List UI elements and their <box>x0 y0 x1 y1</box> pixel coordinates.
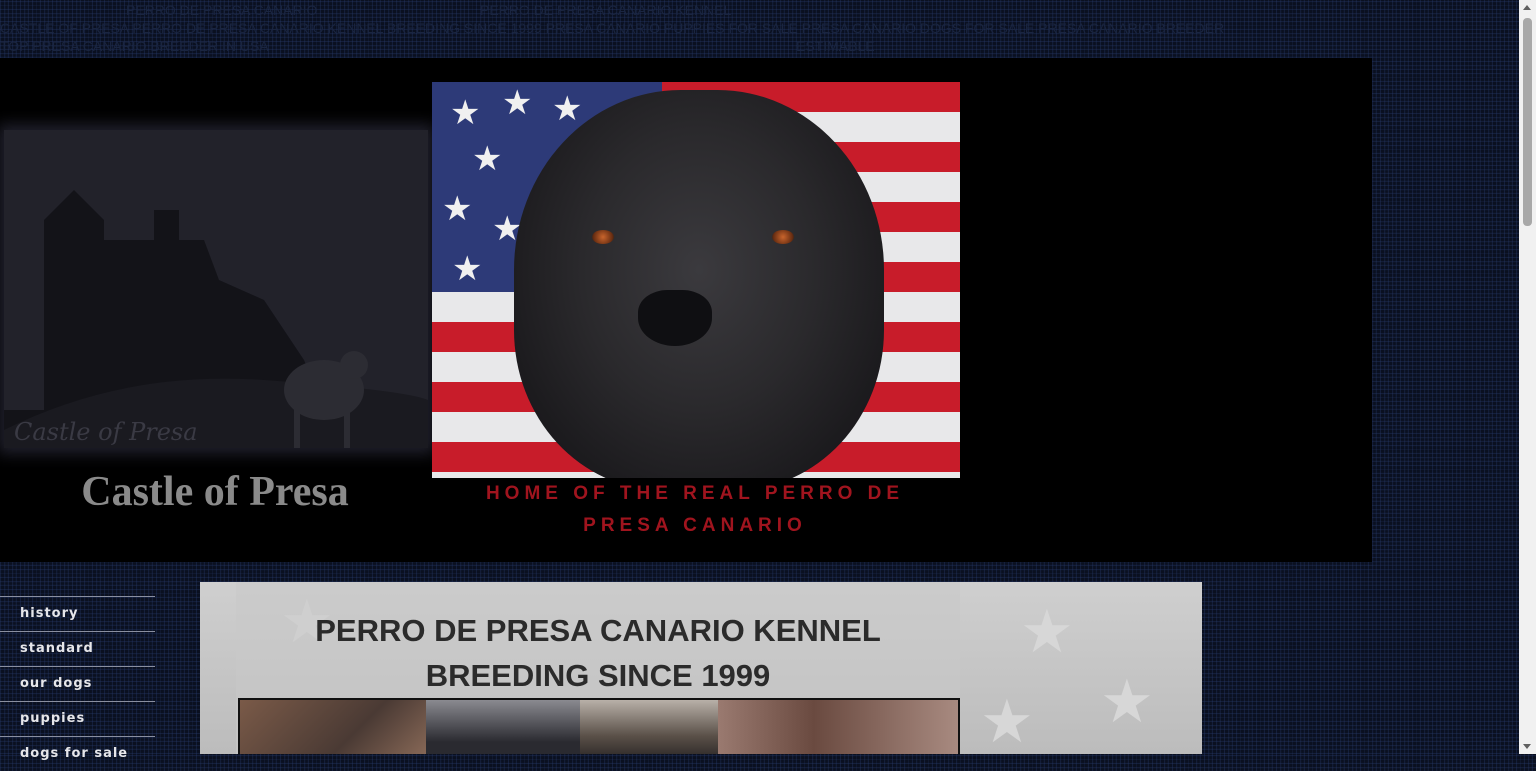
banner-caption: Castle of Presa <box>14 418 198 446</box>
dog-eye <box>772 230 794 244</box>
content-title-line1: PERRO DE PRESA CANARIO KENNEL <box>315 613 881 648</box>
content-title: PERRO DE PRESA CANARIO KENNEL BREEDING S… <box>200 608 996 698</box>
page-scrollbar[interactable] <box>1519 0 1536 754</box>
scroll-up-icon[interactable] <box>1523 5 1531 10</box>
dog-photo[interactable] <box>426 700 580 754</box>
star-icon: ★ <box>472 139 503 179</box>
dog-photo[interactable] <box>240 700 426 754</box>
content-title-line2: BREEDING SINCE 1999 <box>425 658 771 693</box>
dog-photo[interactable] <box>718 700 958 754</box>
scroll-down-icon[interactable] <box>1523 744 1531 749</box>
castle-banner-image: Castle of Presa <box>4 130 428 448</box>
header: Castle of Presa Castle of Presa ★ ★ ★ ★ … <box>0 58 1372 562</box>
star-icon: ★ <box>552 89 583 129</box>
castle-illustration <box>4 130 428 448</box>
star-icon: ★ <box>502 83 533 123</box>
nav-item-our-dogs[interactable]: our dogs <box>0 666 155 701</box>
top-text-line1-right: PERRO DE PRESA CANARIO KENNEL <box>480 2 732 18</box>
hero-dog-image: ★ ★ ★ ★ ★ ★ ★ <box>432 82 960 478</box>
dog-nose <box>638 290 712 346</box>
top-text-line3-left: TOP PRESA CANARIO BREEDER IN USA <box>0 38 269 54</box>
star-icon: ★ <box>450 93 481 133</box>
side-navigation: history standard our dogs puppies dogs f… <box>0 596 155 771</box>
star-icon: ★ <box>442 189 473 229</box>
photo-strip <box>238 698 960 754</box>
nav-item-puppies[interactable]: puppies <box>0 701 155 736</box>
star-icon: ★ <box>980 687 1034 754</box>
star-icon: ★ <box>452 249 483 289</box>
star-icon: ★ <box>1020 597 1074 667</box>
top-text-line3-right: ESTIMABLE <box>796 38 875 54</box>
dog-eye <box>592 230 614 244</box>
nav-item-standard[interactable]: standard <box>0 631 155 666</box>
tagline: HOME OF THE REAL PERRO DE PRESA CANARIO <box>485 483 905 536</box>
scrollbar-thumb[interactable] <box>1523 18 1532 226</box>
nav-item-history[interactable]: history <box>0 596 155 631</box>
site-title[interactable]: Castle of Presa <box>0 468 430 516</box>
content-panel: ★ ★ ★ ★ PERRO DE PRESA CANARIO KENNEL BR… <box>200 582 1202 754</box>
dog-photo[interactable] <box>580 700 718 754</box>
dog-face <box>514 90 884 478</box>
top-text-line1-left: PERRO DE PRESA CANARIO <box>126 2 318 18</box>
star-icon: ★ <box>1100 667 1154 737</box>
top-text-line2: CASTLE OF PRESA PERRO DE PRESA CANARIO K… <box>0 20 1225 36</box>
